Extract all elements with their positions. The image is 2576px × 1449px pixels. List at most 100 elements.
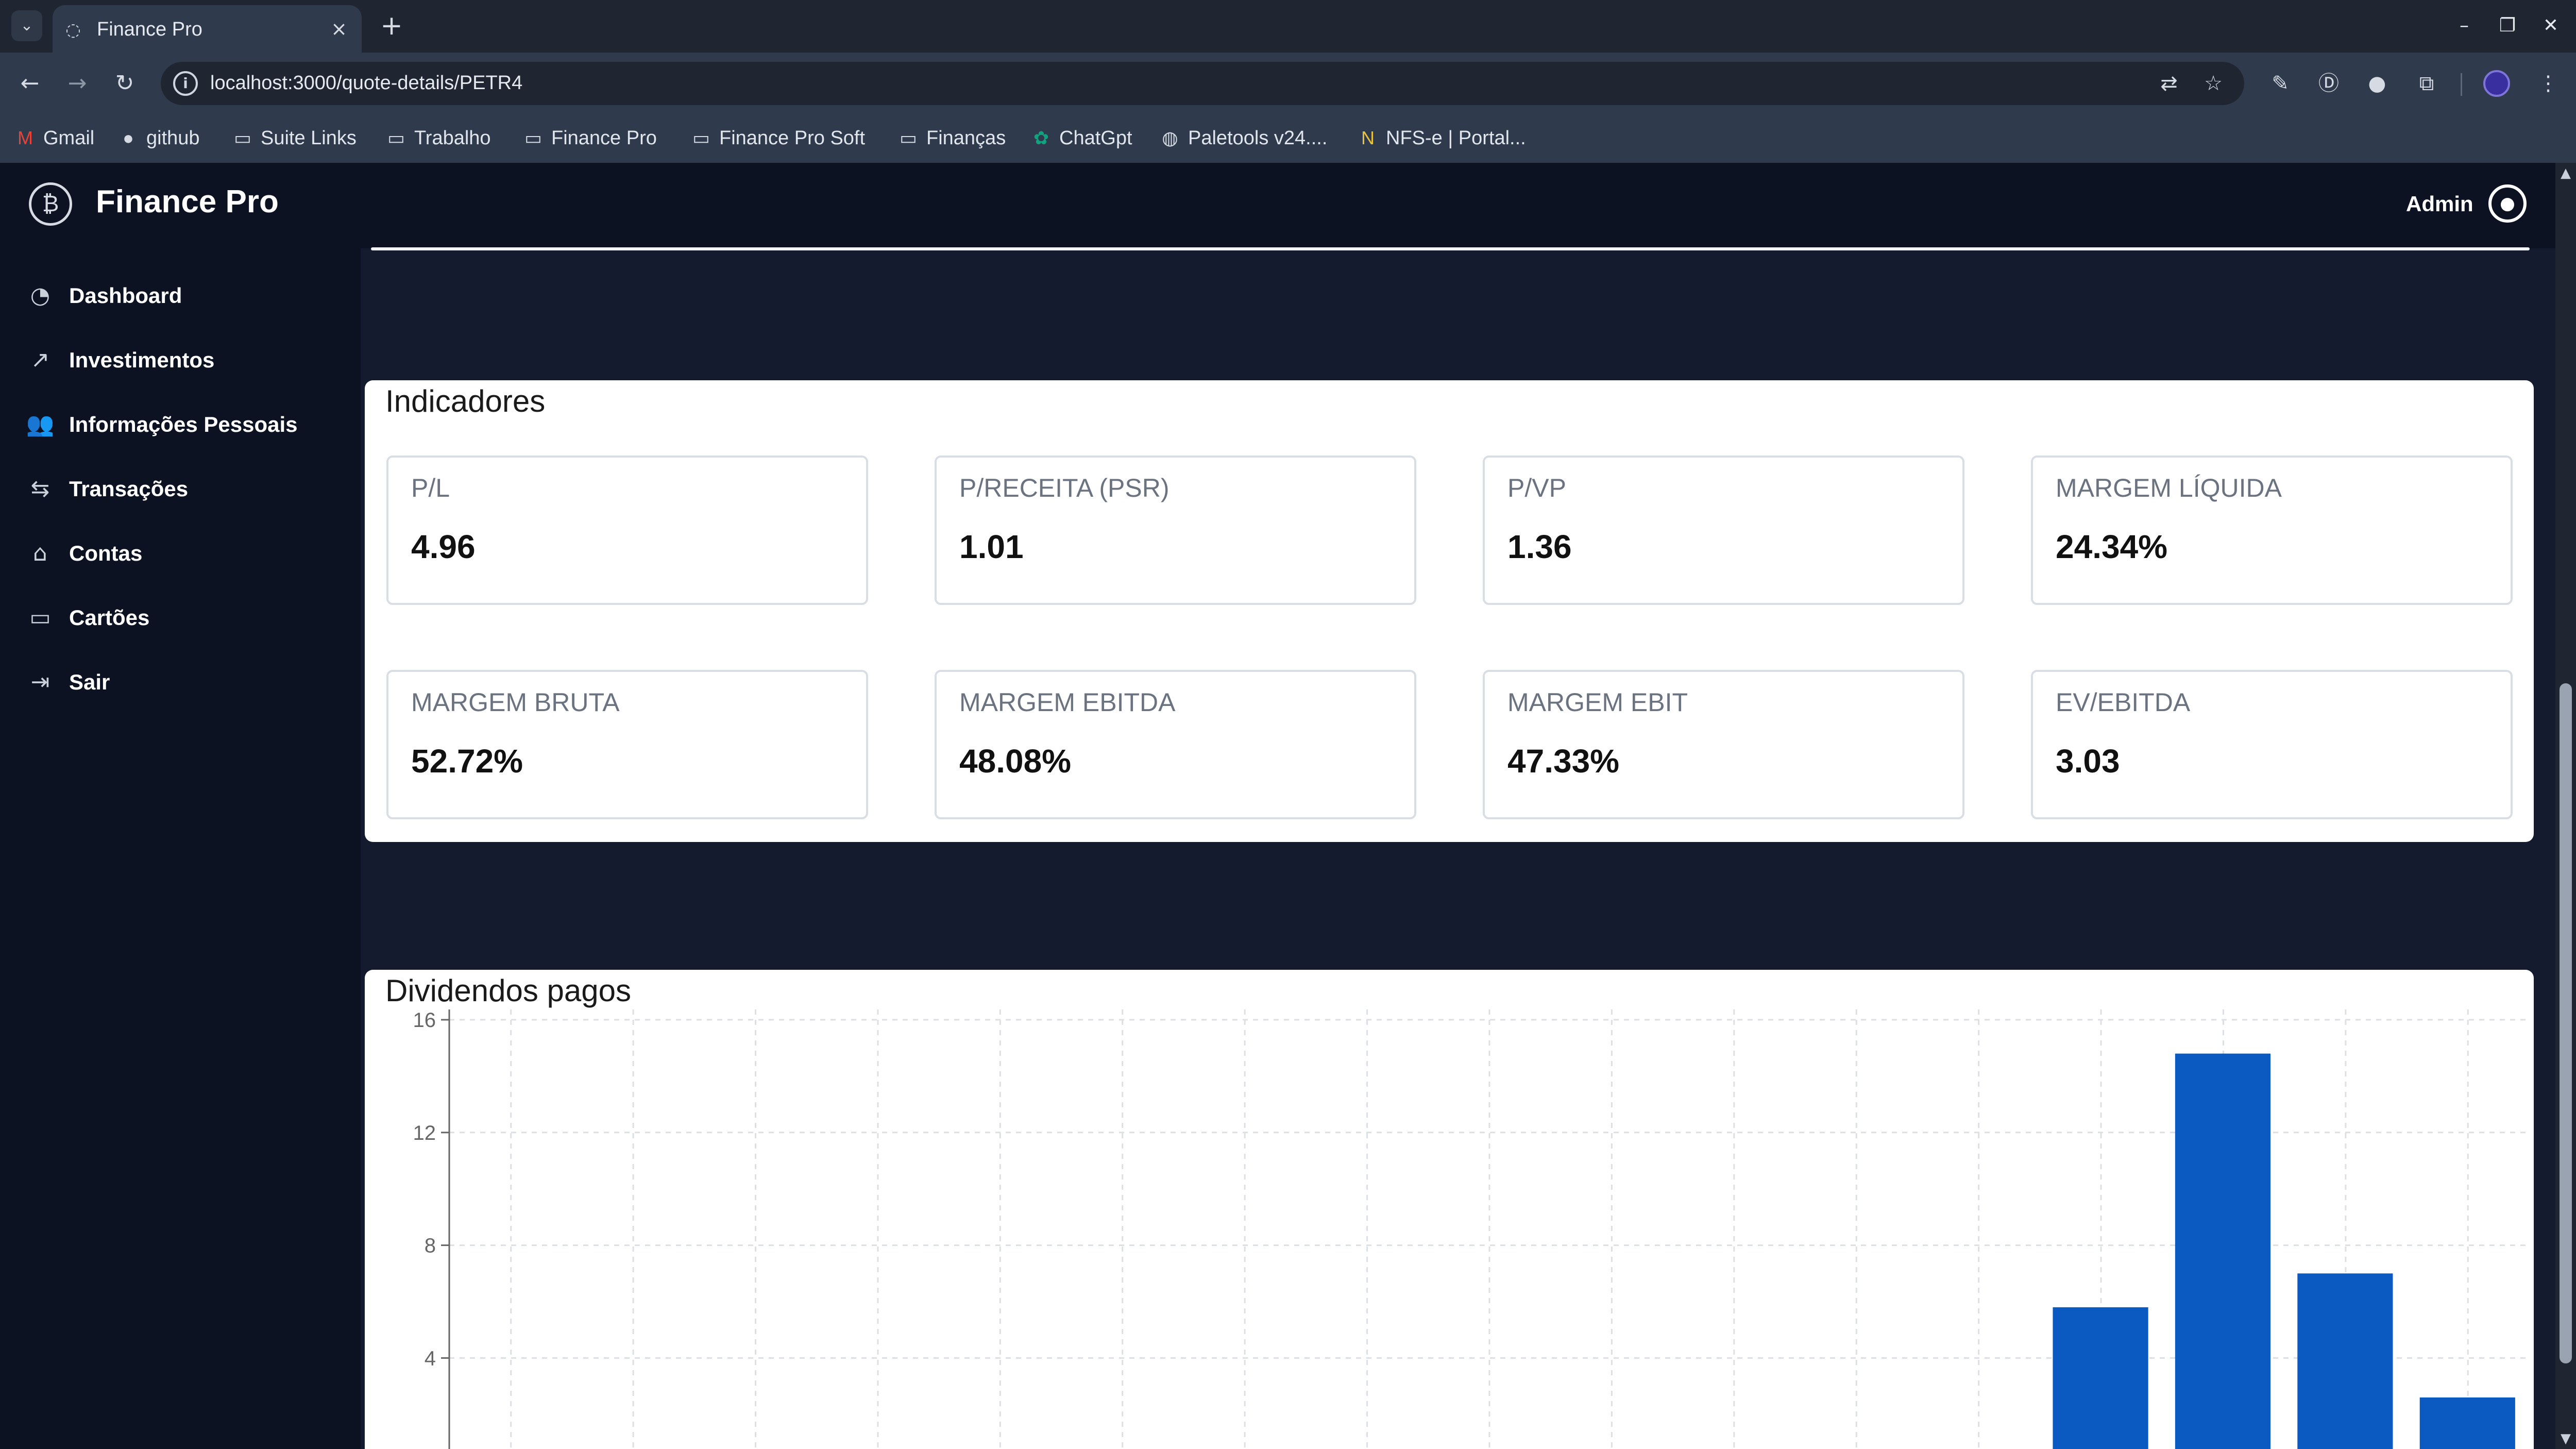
sidebar-item-transacoes[interactable]: ⇆ Transações bbox=[26, 471, 189, 507]
brand-title: Finance Pro bbox=[96, 184, 279, 220]
bookmark-label: ChatGpt bbox=[1059, 127, 1132, 149]
indicator-value: 1.01 bbox=[959, 528, 1024, 565]
sidebar-item-cartoes[interactable]: ▭ Cartões bbox=[26, 600, 149, 636]
sidebar-item-contas[interactable]: ⌂ Contas bbox=[26, 535, 142, 571]
browser-menu-icon[interactable]: ⋮ bbox=[2533, 68, 2564, 99]
y-axis-tick-label: 12 bbox=[413, 1122, 436, 1144]
indicator-label: P/RECEITA (PSR) bbox=[959, 474, 1170, 502]
bookmark-label: Trabalho bbox=[414, 127, 491, 149]
indicator-pvp: P/VP 1.36 bbox=[1483, 456, 1964, 605]
bookmark-star-icon[interactable]: ☆ bbox=[2199, 69, 2228, 98]
sidebar: ◔ Dashboard ↗ Investimentos 👥 Informaçõe… bbox=[0, 248, 361, 1449]
indicator-margem-bruta: MARGEM BRUTA 52.72% bbox=[386, 670, 868, 819]
bookmark-trabalho[interactable]: ▭ Trabalho bbox=[385, 123, 491, 154]
indicator-margem-ebitda: MARGEM EBITDA 48.08% bbox=[935, 670, 1416, 819]
bookmark-label: NFS-e | Portal... bbox=[1386, 127, 1526, 149]
tab-favicon-icon: ◌ bbox=[65, 20, 81, 40]
scroll-up-icon[interactable]: ▲ bbox=[2555, 163, 2576, 183]
sidebar-item-label: Contas bbox=[69, 541, 143, 565]
bookmark-finance-pro[interactable]: ▭ Finance Pro bbox=[522, 123, 657, 154]
indicator-value: 48.08% bbox=[959, 743, 1072, 780]
bookmark-financas[interactable]: ▭ Finanças bbox=[897, 123, 1006, 154]
bookmark-paletools[interactable]: ◍ Paletools v24.... bbox=[1159, 123, 1327, 154]
user-name[interactable]: Admin bbox=[2406, 192, 2473, 216]
user-circle-icon[interactable]: ● bbox=[2488, 184, 2527, 223]
y-axis-tick-label: 16 bbox=[413, 1009, 436, 1032]
pie-chart-icon: ◔ bbox=[30, 282, 50, 309]
url-text[interactable]: localhost:3000/quote-details/PETR4 bbox=[210, 72, 522, 94]
address-bar[interactable]: i localhost:3000/quote-details/PETR4 ⇄ ☆ bbox=[161, 62, 2244, 105]
folder-icon: ▭ bbox=[692, 127, 710, 148]
minimize-window-icon[interactable]: – bbox=[2446, 10, 2482, 41]
tab-list-chevron-down-icon[interactable]: ⌄ bbox=[11, 10, 42, 41]
reload-icon[interactable]: ↻ bbox=[108, 67, 141, 100]
sidebar-item-label: Sair bbox=[69, 670, 110, 694]
new-tab-plus-icon[interactable]: + bbox=[376, 11, 407, 42]
scroll-down-icon[interactable]: ▼ bbox=[2555, 1428, 2576, 1449]
tab-close-icon[interactable]: × bbox=[328, 18, 350, 40]
bookmark-label: github bbox=[146, 127, 200, 149]
indicator-value: 52.72% bbox=[411, 743, 523, 780]
bank-icon: ⌂ bbox=[33, 540, 47, 566]
indicator-psr: P/RECEITA (PSR) 1.01 bbox=[935, 456, 1416, 605]
bookmark-label: Finance Pro Soft bbox=[719, 127, 866, 149]
bookmark-label: Paletools v24.... bbox=[1188, 127, 1328, 149]
indicator-value: 3.03 bbox=[2056, 743, 2120, 780]
indicator-value: 4.96 bbox=[411, 528, 476, 565]
bookmark-github[interactable]: ● github bbox=[117, 123, 200, 154]
users-icon: 👥 bbox=[26, 411, 55, 437]
bookmark-label: Finanças bbox=[926, 127, 1006, 149]
restore-window-icon[interactable]: ❐ bbox=[2489, 10, 2526, 41]
indicator-label: EV/EBITDA bbox=[2056, 688, 2191, 717]
bookmark-finance-pro-soft[interactable]: ▭ Finance Pro Soft bbox=[690, 123, 865, 154]
indicator-label: MARGEM BRUTA bbox=[411, 688, 620, 717]
profile-avatar-icon[interactable] bbox=[2483, 70, 2510, 97]
indicator-ev-ebitda: EV/EBITDA 3.03 bbox=[2031, 670, 2513, 819]
back-arrow-icon[interactable]: ← bbox=[13, 67, 46, 100]
sidebar-item-sair[interactable]: ⇥ Sair bbox=[26, 664, 110, 700]
bookmark-label: Suite Links bbox=[261, 127, 357, 149]
page-scrollbar[interactable]: ▲ ▼ bbox=[2555, 163, 2576, 1449]
sidebar-item-label: Investimentos bbox=[69, 348, 215, 372]
toolbar-separator bbox=[2461, 73, 2462, 96]
indicator-value: 24.34% bbox=[2056, 528, 2168, 565]
credit-card-icon: ▭ bbox=[29, 604, 51, 631]
forward-arrow-icon[interactable]: → bbox=[61, 67, 94, 100]
chatgpt-icon: ✿ bbox=[1033, 127, 1049, 148]
sidebar-item-dashboard[interactable]: ◔ Dashboard bbox=[26, 278, 182, 314]
bookmark-gmail[interactable]: M Gmail bbox=[14, 123, 94, 154]
site-info-icon[interactable]: i bbox=[173, 71, 198, 96]
trending-up-icon: ↗ bbox=[30, 347, 50, 373]
indicator-label: MARGEM EBITDA bbox=[959, 688, 1176, 717]
translate-icon[interactable]: ⇄ bbox=[2155, 69, 2183, 98]
indicator-label: P/L bbox=[411, 474, 450, 502]
dividend-bar bbox=[2175, 1053, 2271, 1449]
folder-icon: ▭ bbox=[899, 127, 917, 148]
nfse-icon: N bbox=[1361, 127, 1375, 148]
browser-toolbar: ← → ↻ i localhost:3000/quote-details/PET… bbox=[0, 53, 2576, 113]
close-window-icon[interactable]: ✕ bbox=[2533, 10, 2569, 41]
dividends-chart-svg: 16 12 8 4 bbox=[413, 1009, 2529, 1449]
indicator-value: 1.36 bbox=[1507, 528, 1572, 565]
d-extension-icon[interactable]: Ⓓ bbox=[2313, 68, 2344, 99]
y-axis-tick-label: 8 bbox=[425, 1235, 436, 1257]
scrollbar-thumb[interactable] bbox=[2560, 683, 2572, 1363]
sidebar-item-informacoes-pessoais[interactable]: 👥 Informações Pessoais bbox=[26, 407, 298, 443]
browser-tabstrip: ⌄ ◌ Finance Pro × + – ❐ ✕ bbox=[0, 0, 2576, 53]
bookmarks-bar: M Gmail ● github ▭ Suite Links ▭ Trabalh… bbox=[0, 113, 2576, 163]
browser-tab-active[interactable]: ◌ Finance Pro × bbox=[53, 5, 362, 53]
dividends-card: Dividendos pagos 16 12 8 4 bbox=[365, 970, 2534, 1449]
dividend-bar bbox=[2419, 1397, 2515, 1449]
extension-icon[interactable]: ● bbox=[2362, 68, 2393, 99]
indicator-label: MARGEM EBIT bbox=[1507, 688, 1688, 717]
indicators-card: Indicadores P/L 4.96 P/RECEITA (PSR) 1.0… bbox=[365, 380, 2534, 842]
eyedropper-extension-icon[interactable]: ✎ bbox=[2265, 68, 2296, 99]
finance-logo-icon: ₿ bbox=[29, 182, 72, 226]
sidebar-item-investimentos[interactable]: ↗ Investimentos bbox=[26, 342, 215, 378]
bookmark-chatgpt[interactable]: ✿ ChatGpt bbox=[1030, 123, 1132, 154]
bookmark-nfse-portal[interactable]: N NFS-e | Portal... bbox=[1357, 123, 1526, 154]
puzzle-extensions-icon[interactable]: ⧉ bbox=[2411, 68, 2442, 99]
bookmark-label: Finance Pro bbox=[551, 127, 657, 149]
app-header: ₿ Finance Pro Admin ● bbox=[0, 163, 2555, 248]
bookmark-suite-links[interactable]: ▭ Suite Links bbox=[232, 123, 357, 154]
